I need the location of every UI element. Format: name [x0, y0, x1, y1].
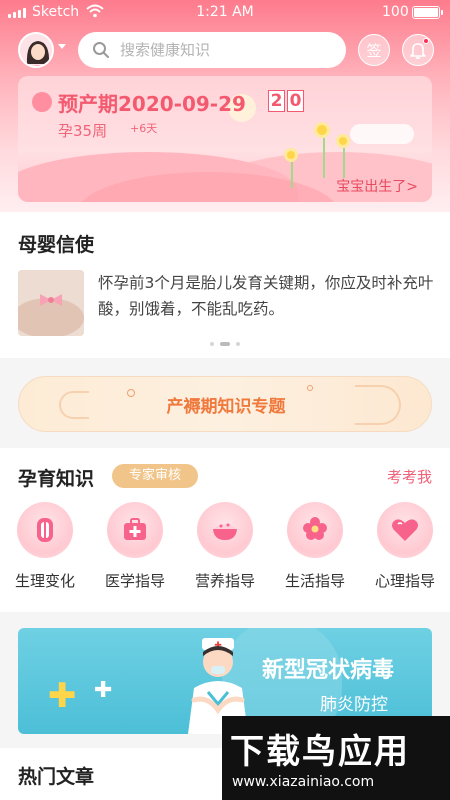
category-label: 生活指导 [284, 572, 345, 590]
user-avatar[interactable] [18, 32, 54, 68]
check-in-label: 签 [366, 41, 382, 60]
chevron-down-icon[interactable] [58, 44, 66, 49]
baby-born-link[interactable]: 宝宝出生了> [336, 176, 418, 196]
flower-icon [287, 502, 343, 558]
category-label: 心理指导 [374, 572, 435, 590]
category-physiology[interactable]: 生理变化 [0, 502, 90, 591]
category-life[interactable]: 生活指导 [270, 502, 360, 591]
countdown-digits: 2 0 [268, 90, 304, 112]
knowledge-section: 孕育知识 专家审核 考考我 生理变化 医学指导 营养指导 生活指导 心理指导 [0, 448, 450, 612]
bell-icon [410, 42, 426, 59]
carousel-dot [210, 342, 214, 346]
search-icon [93, 42, 109, 58]
due-date-label: 预产期2020-09-29 [58, 92, 246, 116]
quiz-link[interactable]: 考考我 [387, 466, 432, 487]
news-section: 母婴信使 怀孕前3个月是胎儿发育关键期，你应及时补充叶酸，别饿着，不能乱吃药。 [0, 212, 450, 358]
notification-dot [423, 38, 429, 44]
pregnancy-week: 孕35周 [58, 122, 108, 140]
countdown-digit: 0 [287, 90, 304, 112]
category-label: 医学指导 [104, 572, 165, 590]
category-label: 生理变化 [14, 572, 75, 590]
category-medical[interactable]: 医学指导 [90, 502, 180, 591]
watermark: 下载鸟应用 www.xiazainiao.com [222, 716, 450, 800]
postpartum-topic-banner[interactable]: 产褥期知识专题 [18, 376, 432, 432]
category-nutrition[interactable]: 营养指导 [180, 502, 270, 591]
plus-icon: ✚ [94, 678, 113, 703]
banner-decoration [307, 385, 313, 391]
medical-kit-icon [107, 502, 163, 558]
carousel-dots [0, 342, 450, 346]
covid-subtitle: 肺炎防控 [320, 695, 388, 715]
carousel-dot-active [220, 342, 230, 346]
news-thumbnail[interactable] [18, 270, 84, 336]
uterus-icon [17, 502, 73, 558]
category-label: 营养指导 [194, 572, 255, 590]
knowledge-title: 孕育知识 [18, 468, 95, 490]
pregnant-mom-icon [32, 92, 52, 112]
pregnancy-card[interactable]: 预产期2020-09-29 2 0 孕35周 +6天 宝宝出生了> [18, 76, 432, 202]
topic-banner-section: 产褥期知识专题 [0, 358, 450, 448]
watermark-url: www.xiazainiao.com [232, 774, 375, 790]
battery-percent: 100 [382, 4, 409, 20]
check-in-button[interactable]: 签 [358, 34, 390, 66]
hot-articles-title: 热门文章 [18, 766, 95, 788]
search-input[interactable] [120, 41, 330, 59]
heart-icon [377, 502, 433, 558]
food-bowl-icon [197, 502, 253, 558]
news-thumbnail-image [18, 270, 84, 336]
news-text[interactable]: 怀孕前3个月是胎儿发育关键期，你应及时补充叶酸，别饿着，不能乱吃药。 [98, 270, 434, 322]
plus-icon: ✚ [48, 676, 77, 716]
status-bar: Sketch 1:21 AM 100 [0, 0, 450, 26]
news-title: 母婴信使 [18, 234, 95, 256]
watermark-brand: 下载鸟应用 [230, 732, 410, 772]
cloud-decoration [350, 124, 414, 144]
carousel-dot [236, 342, 240, 346]
battery-icon [412, 6, 443, 19]
pregnancy-days: +6天 [130, 122, 158, 135]
notification-button[interactable] [402, 34, 434, 66]
search-bar[interactable] [78, 32, 346, 68]
countdown-digit: 2 [268, 90, 285, 112]
topic-banner-label: 产褥期知识专题 [166, 397, 286, 417]
category-psychology[interactable]: 心理指导 [360, 502, 450, 591]
covid-title: 新型冠状病毒 [262, 658, 395, 683]
expert-review-badge: 专家审核 [112, 464, 198, 488]
